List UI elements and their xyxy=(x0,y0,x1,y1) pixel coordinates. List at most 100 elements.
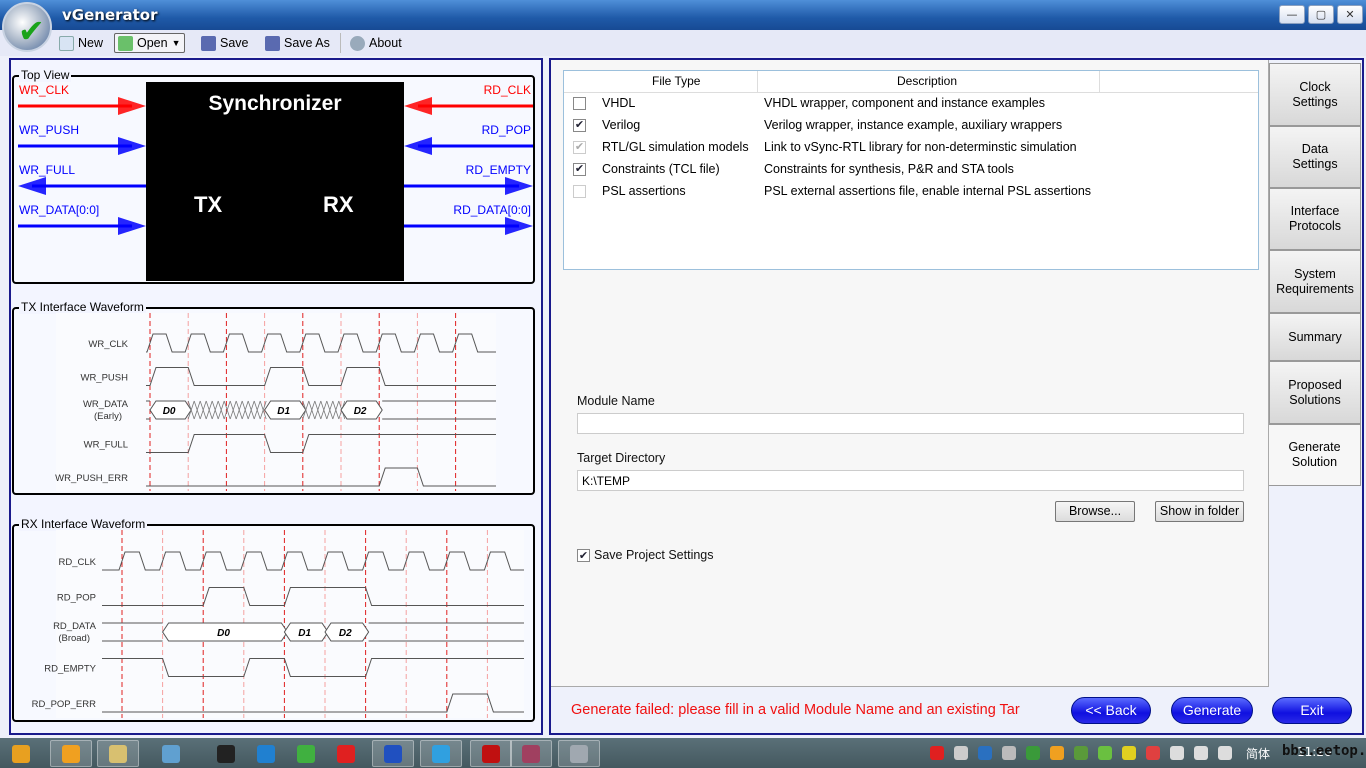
signal-label: WR_FULL xyxy=(19,163,75,177)
tray-icon[interactable] xyxy=(1218,746,1232,760)
taskbar-skype-button[interactable] xyxy=(420,740,462,767)
minimize-button[interactable]: — xyxy=(1279,5,1305,24)
target-directory-input[interactable] xyxy=(577,470,1244,491)
tray-icon[interactable] xyxy=(1122,746,1136,760)
taskbar-start-button[interactable] xyxy=(0,740,42,767)
open-folder-icon xyxy=(118,35,133,51)
tab-generate-solution[interactable]: Generate Solution xyxy=(1269,424,1361,486)
taskbar-browser-button[interactable] xyxy=(285,740,327,767)
browse-button[interactable]: Browse... xyxy=(1055,501,1135,522)
file-type-checkbox[interactable] xyxy=(573,97,586,110)
file-type-name: VHDL xyxy=(602,96,636,110)
tray-icon[interactable] xyxy=(1098,746,1112,760)
tray-icon[interactable] xyxy=(1074,746,1088,760)
rx-waveform-group: RX Interface Waveform RD_CLK RD_POP RD_DAT… xyxy=(12,517,535,722)
save-as-icon xyxy=(265,35,280,51)
taskbar-outlook-button[interactable] xyxy=(50,740,92,767)
tray-icon[interactable] xyxy=(1146,746,1160,760)
tab-interface-protocols[interactable]: Interface Protocols xyxy=(1269,188,1361,250)
tray-icon[interactable] xyxy=(1194,746,1208,760)
file-type-checkbox[interactable]: ✔ xyxy=(573,163,586,176)
signal-label: RD_CLK xyxy=(484,83,531,97)
taskbar-qq-button[interactable] xyxy=(205,740,247,767)
tab-data-settings[interactable]: Data Settings xyxy=(1269,126,1361,188)
signal-label: WR_DATA[0:0] xyxy=(19,203,99,217)
new-button[interactable]: New xyxy=(56,33,106,53)
table-row[interactable]: VHDL VHDL wrapper, component and instanc… xyxy=(564,93,1254,115)
save-button[interactable]: Save xyxy=(198,33,252,53)
tab-summary[interactable]: Summary xyxy=(1269,313,1361,361)
tab-proposed-solutions[interactable]: Proposed Solutions xyxy=(1269,361,1361,424)
module-name-input[interactable] xyxy=(577,413,1244,434)
taskbar-explorer-button[interactable] xyxy=(97,740,139,767)
show-in-folder-button[interactable]: Show in folder xyxy=(1155,501,1244,522)
file-type-description: Constraints for synthesis, P&R and STA t… xyxy=(764,162,1014,176)
qq-icon xyxy=(217,744,235,763)
tray-icon[interactable] xyxy=(1050,746,1064,760)
waveform-signal-label: RD_CLK xyxy=(59,557,97,568)
vgenerator-icon xyxy=(570,744,588,763)
signal-arrow-arrowhead xyxy=(118,217,146,235)
about-label: About xyxy=(369,36,402,50)
taskbar-weibo-button[interactable] xyxy=(325,740,367,767)
word-icon xyxy=(384,744,402,763)
taskbar-tool-button[interactable] xyxy=(510,740,552,767)
taskbar-app-button[interactable] xyxy=(150,740,192,767)
tx-waveform-diagram: WR_CLK WR_PUSH WR_DATA(Early) D0 D1 D2 WR_FULL… xyxy=(55,313,496,491)
tray-icon[interactable] xyxy=(1002,746,1016,760)
file-type-checkbox[interactable]: ✔ xyxy=(573,141,586,154)
table-row[interactable]: ✔ Constraints (TCL file) Constraints for… xyxy=(564,159,1254,181)
save-as-button[interactable]: Save As xyxy=(262,33,333,53)
tab-system-requirements[interactable]: System Requirements xyxy=(1269,250,1361,313)
app-icon xyxy=(162,744,180,763)
generate-button[interactable]: Generate xyxy=(1171,697,1253,724)
error-message: Generate failed: please fill in a valid … xyxy=(571,702,1020,718)
data-value-label: D2 xyxy=(354,406,367,417)
top-view-group: Top View Synchronizer TX RX WR_CLK WR_PUS… xyxy=(12,68,535,284)
left-panel: Top View Synchronizer TX RX WR_CLK WR_PUS… xyxy=(9,58,543,735)
header-description: Description xyxy=(897,74,958,88)
save-project-settings-checkbox[interactable]: ✔ xyxy=(577,549,590,562)
file-type-description: VHDL wrapper, component and instance exa… xyxy=(764,96,1045,110)
file-type-description: PSL external assertions file, enable int… xyxy=(764,184,1092,198)
waveform-signal-label: RD_EMPTY xyxy=(44,664,96,675)
skype-icon xyxy=(432,744,450,763)
table-row[interactable]: ✔ RTL/GL simulation models Link to vSync… xyxy=(564,137,1254,159)
open-label: Open xyxy=(137,36,168,50)
new-label: New xyxy=(78,36,104,50)
header-file-type: File Type xyxy=(652,74,701,88)
tab-clock-settings[interactable]: Clock Settings xyxy=(1269,63,1361,126)
tray-icon[interactable] xyxy=(930,746,944,760)
about-button[interactable]: About xyxy=(347,33,405,53)
open-dropdown[interactable]: Open ▼ xyxy=(114,33,185,53)
taskbar-acrobat-button[interactable] xyxy=(470,740,512,767)
taskbar-vgenerator-button[interactable] xyxy=(558,740,600,767)
about-gear-icon xyxy=(350,35,365,51)
signal-arrow-arrowhead xyxy=(18,177,46,195)
waveform-signal-label: RD_DATA xyxy=(53,621,97,632)
ime-indicator[interactable]: 简体 xyxy=(1246,745,1270,762)
close-button[interactable]: ✕ xyxy=(1337,5,1363,24)
file-type-description: Link to vSync-RTL library for non-determ… xyxy=(764,140,1077,154)
table-row[interactable]: ✔ Verilog Verilog wrapper, instance exam… xyxy=(564,115,1254,137)
tx-waveform-group: TX Interface Waveform WR_CLK WR_PUSH WR_DA… xyxy=(12,300,535,495)
tray-icon[interactable] xyxy=(954,746,968,760)
exit-button[interactable]: Exit xyxy=(1272,697,1352,724)
toolbar-divider xyxy=(340,33,341,53)
taskbar-sogou-button[interactable] xyxy=(245,740,287,767)
table-header: File Type Description xyxy=(564,71,1258,93)
data-value-label: D0 xyxy=(163,406,176,417)
window-title: vGenerator xyxy=(62,6,158,24)
waveform-signal-label: WR_CLK xyxy=(88,339,128,350)
target-directory-label: Target Directory xyxy=(577,451,666,465)
browser-icon xyxy=(297,744,315,763)
back-button[interactable]: << Back xyxy=(1071,697,1151,724)
table-row[interactable]: PSL assertions PSL external assertions f… xyxy=(564,181,1254,203)
taskbar-word-button[interactable] xyxy=(372,740,414,767)
maximize-button[interactable]: ▢ xyxy=(1308,5,1334,24)
tray-icon[interactable] xyxy=(1170,746,1184,760)
tray-icon[interactable] xyxy=(1026,746,1040,760)
tray-icon[interactable] xyxy=(978,746,992,760)
file-type-checkbox[interactable] xyxy=(573,185,586,198)
file-type-checkbox[interactable]: ✔ xyxy=(573,119,586,132)
